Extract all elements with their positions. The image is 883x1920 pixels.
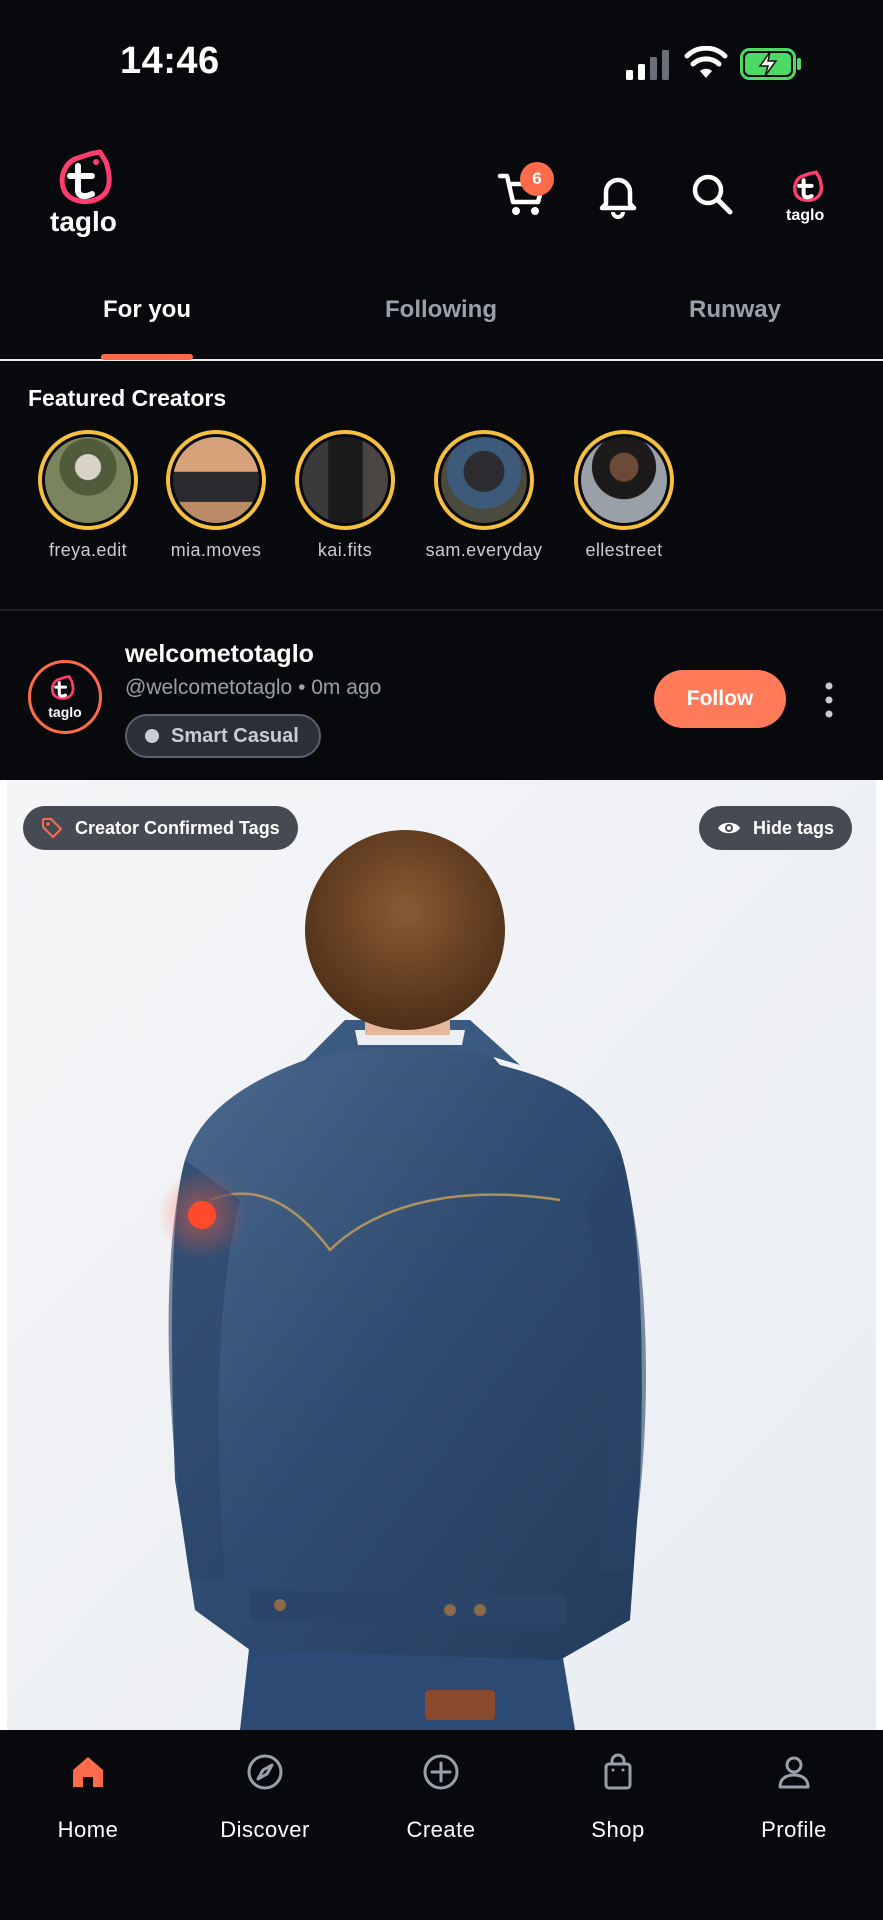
battery-charging-icon (740, 48, 801, 80)
profile-logo-icon[interactable]: taglo (786, 170, 836, 224)
eye-icon (718, 822, 740, 834)
creator-avatar (173, 437, 259, 523)
feed-tabs: For you Following Runway (0, 280, 883, 360)
nav-home[interactable]: Home (8, 1752, 168, 1843)
hide-tags-button[interactable]: Hide tags (699, 806, 853, 850)
creator-avatar (581, 437, 667, 523)
creator-name: freya.edit (48, 540, 128, 560)
follow-button[interactable]: Follow (654, 670, 786, 728)
active-tab-indicator (101, 354, 193, 360)
creator-avatar (45, 437, 131, 523)
price-tag-icon (42, 818, 62, 838)
cart-count-badge: 6 (520, 162, 554, 196)
tab-for-you[interactable]: For you (37, 296, 257, 324)
logo-text: taglo (50, 206, 117, 237)
shopping-bag-icon (604, 1753, 632, 1790)
creator-avatar (302, 437, 388, 523)
post-username[interactable]: welcometotaglo (125, 640, 314, 669)
story-ring (295, 430, 395, 530)
wifi-icon (684, 46, 728, 78)
creator-story[interactable]: sam.everyday (419, 430, 549, 561)
style-tag-label: Smart Casual (171, 724, 299, 747)
creator-name: kai.fits (317, 540, 373, 560)
nav-create[interactable]: Create (361, 1752, 521, 1843)
style-tag-chip[interactable]: Smart Casual (125, 714, 321, 758)
tab-runway[interactable]: Runway (625, 296, 845, 324)
hide-tags-label: Hide tags (753, 817, 835, 838)
bell-icon[interactable] (592, 168, 644, 220)
home-icon (73, 1757, 103, 1787)
status-time: 14:46 (120, 40, 220, 82)
plus-circle-icon (423, 1754, 459, 1790)
person-icon (778, 1756, 810, 1789)
dot-icon (145, 729, 159, 743)
taglo-logo[interactable]: taglo (48, 148, 134, 244)
story-ring (38, 430, 138, 530)
post-meta: @welcometotaglo • 0m ago (125, 676, 382, 699)
story-ring (166, 430, 266, 530)
bottom-navigation: Home Discover Create Shop Profile (0, 1730, 883, 1920)
tab-following[interactable]: Following (331, 296, 551, 324)
story-ring (434, 430, 534, 530)
creator-name: mia.moves (170, 540, 262, 560)
creator-story[interactable]: mia.moves (151, 430, 281, 561)
creator-story[interactable]: freya.edit (23, 430, 153, 561)
nav-shop[interactable]: Shop (538, 1752, 698, 1843)
nav-create-label: Create (406, 1817, 476, 1842)
taglo-logo-mark (59, 149, 112, 204)
search-icon[interactable] (686, 168, 738, 220)
creator-name: ellestreet (585, 540, 663, 560)
post-author-avatar[interactable]: taglo (28, 660, 102, 734)
denim-jacket-photo (0, 780, 883, 1730)
creator-story[interactable]: ellestreet (559, 430, 689, 561)
avatar-logo-text: taglo (48, 704, 82, 720)
more-options-icon[interactable] (820, 680, 838, 720)
signal-icon (626, 50, 669, 80)
nav-shop-label: Shop (591, 1817, 645, 1842)
story-ring (574, 430, 674, 530)
confirmed-tags-label: Creator Confirmed Tags (75, 817, 280, 838)
creator-avatar (441, 437, 527, 523)
nav-profile-label: Profile (761, 1817, 827, 1842)
featured-creators-title: Featured Creators (28, 385, 227, 411)
nav-profile[interactable]: Profile (714, 1752, 874, 1843)
taglo-logo-mark (50, 675, 75, 700)
nav-home-label: Home (57, 1817, 119, 1842)
creator-name: sam.everyday (425, 540, 543, 560)
nav-discover-label: Discover (220, 1817, 310, 1842)
nav-discover[interactable]: Discover (185, 1752, 345, 1843)
post-image[interactable]: Creator Confirmed Tags Hide tags (0, 780, 883, 1730)
section-divider (0, 609, 883, 611)
profile-logo-text: taglo (786, 207, 825, 224)
compass-icon (247, 1754, 283, 1790)
creator-confirmed-tags-chip[interactable]: Creator Confirmed Tags (23, 806, 298, 850)
creator-story[interactable]: kai.fits (280, 430, 410, 561)
